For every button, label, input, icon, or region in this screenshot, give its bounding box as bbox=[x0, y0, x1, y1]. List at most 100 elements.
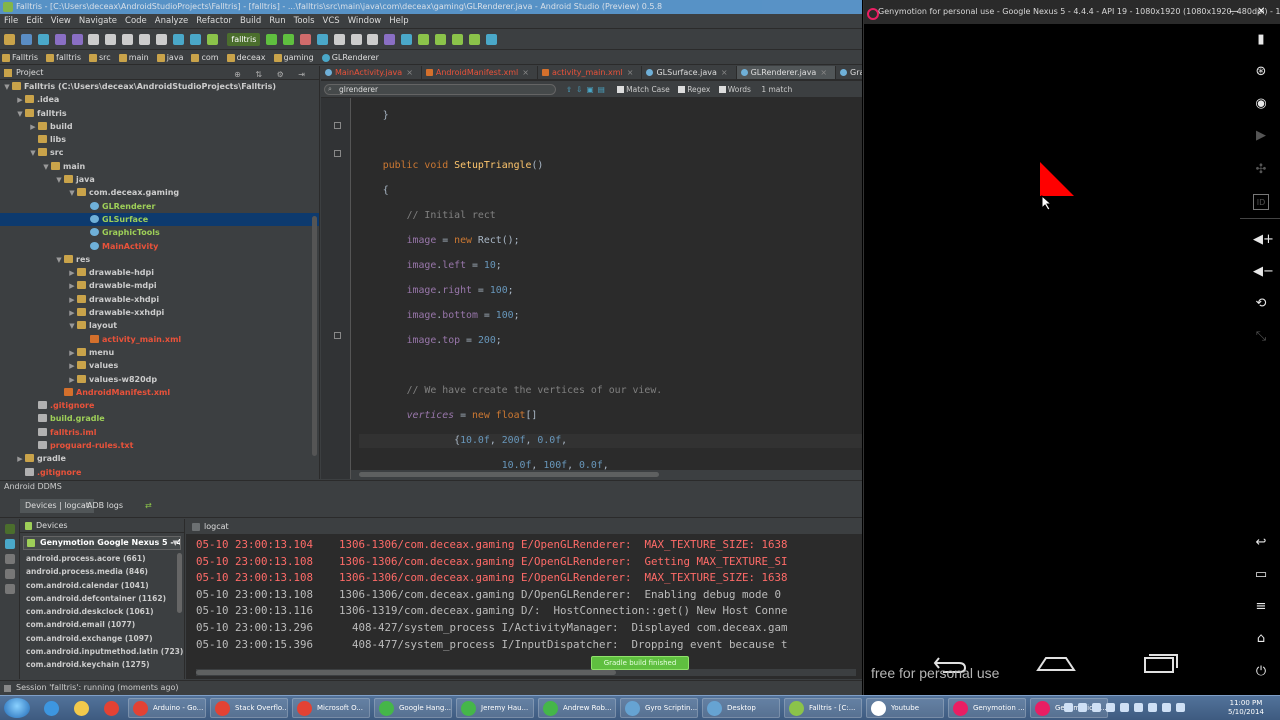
run-config-select[interactable]: falltris bbox=[227, 33, 261, 46]
tree-item[interactable]: libs bbox=[0, 133, 319, 146]
tree-item[interactable]: ▼ Falltris (C:\Users\deceax\AndroidStudio… bbox=[0, 80, 319, 93]
debug-icon[interactable] bbox=[283, 34, 295, 45]
move-icon[interactable]: ✣ bbox=[1253, 162, 1269, 178]
project-panel-header[interactable]: Project ⊕ ⇅ ⚙ ⇥ bbox=[0, 66, 319, 80]
resize-icon[interactable]: ⤡ bbox=[1253, 329, 1269, 345]
rotate-icon[interactable]: ⟲ bbox=[1253, 296, 1269, 312]
help-icon[interactable] bbox=[485, 34, 497, 45]
save-icon[interactable] bbox=[20, 34, 32, 45]
process-item[interactable]: com.android.keychain (1275) bbox=[20, 658, 184, 671]
tree-item[interactable]: falltris.iml bbox=[0, 426, 319, 439]
tree-item[interactable]: ▼ layout bbox=[0, 319, 319, 332]
ddms-icon[interactable] bbox=[401, 34, 413, 45]
menu-file[interactable]: File bbox=[0, 14, 22, 29]
expand-arrow-icon[interactable]: ▶ bbox=[67, 294, 77, 307]
tray-icon[interactable] bbox=[1120, 703, 1129, 712]
menu-tools[interactable]: Tools bbox=[290, 14, 319, 29]
restart-icon[interactable]: ⇄ bbox=[140, 499, 157, 513]
previous-match-icon[interactable]: ⇧ bbox=[566, 85, 572, 94]
breadcrumb-item[interactable]: deceax bbox=[225, 51, 272, 65]
process-item[interactable]: android.process.acore (661) bbox=[20, 552, 184, 565]
taskbar-button[interactable] bbox=[98, 698, 124, 718]
close-tab-icon[interactable]: × bbox=[406, 68, 413, 77]
taskbar-button[interactable]: Andrew Rob... bbox=[538, 698, 616, 718]
devices-scrollbar[interactable] bbox=[177, 553, 182, 613]
expand-arrow-icon[interactable]: ▼ bbox=[54, 254, 64, 267]
editor-tab[interactable]: GLRenderer.java × bbox=[736, 66, 837, 79]
taskbar-button[interactable]: Gyro Scriptin... bbox=[620, 698, 698, 718]
tab-adb-logs[interactable]: ADB logs bbox=[82, 499, 128, 513]
expand-arrow-icon[interactable]: ▼ bbox=[41, 161, 51, 174]
settings-icon[interactable] bbox=[333, 34, 345, 45]
tree-item[interactable]: ▼ falltris bbox=[0, 107, 319, 120]
process-item[interactable]: com.android.calendar (1041) bbox=[20, 579, 184, 592]
sdk-manager-icon[interactable] bbox=[384, 34, 396, 45]
gps-icon[interactable]: ⊛ bbox=[1253, 64, 1269, 80]
tree-item[interactable]: ▶ values-w820dp bbox=[0, 373, 319, 386]
expand-arrow-icon[interactable]: ▼ bbox=[2, 81, 12, 94]
open-icon[interactable] bbox=[4, 34, 15, 45]
run-icon[interactable] bbox=[266, 34, 278, 45]
expand-arrow-icon[interactable]: ▶ bbox=[67, 374, 77, 387]
breadcrumb-item[interactable]: src bbox=[87, 51, 117, 65]
taskbar-button[interactable]: Jeremy Hau... bbox=[456, 698, 534, 718]
breadcrumb-item[interactable]: com bbox=[189, 51, 224, 65]
search-input[interactable]: ⌕ glrenderer bbox=[324, 84, 556, 95]
settings-icon[interactable] bbox=[5, 584, 15, 594]
tree-item[interactable]: .gitignore bbox=[0, 466, 319, 479]
select-all-icon[interactable]: ▤ bbox=[598, 85, 605, 94]
screenshot-icon[interactable] bbox=[5, 539, 15, 549]
editor-tab[interactable]: AndroidManifest.xml × bbox=[422, 66, 538, 79]
home-icon[interactable] bbox=[1034, 652, 1078, 674]
log-lines[interactable]: 05-10 23:00:13.104 1306-1306/com.deceax.… bbox=[186, 535, 862, 653]
stop-process-icon[interactable] bbox=[5, 554, 15, 564]
tray-icon[interactable] bbox=[1078, 703, 1087, 712]
tray-icon[interactable] bbox=[1092, 703, 1101, 712]
structure-icon[interactable] bbox=[350, 34, 362, 45]
tree-item[interactable]: ▶ drawable-hdpi bbox=[0, 266, 319, 279]
tree-item[interactable]: ▼ main bbox=[0, 160, 319, 173]
close-tab-icon[interactable]: × bbox=[627, 68, 634, 77]
tree-item[interactable]: AndroidManifest.xml bbox=[0, 386, 319, 399]
battery-icon[interactable]: ▮ bbox=[1253, 32, 1269, 48]
expand-arrow-icon[interactable]: ▼ bbox=[28, 147, 38, 160]
taskbar-button[interactable]: Falltris - [C:... bbox=[784, 698, 862, 718]
taskbar-button[interactable]: Google Hang... bbox=[374, 698, 452, 718]
tree-item[interactable]: activity_main.xml bbox=[0, 333, 319, 346]
breadcrumb-item[interactable]: falltris bbox=[44, 51, 87, 65]
close-tab-icon[interactable]: × bbox=[721, 68, 728, 77]
make-icon[interactable] bbox=[206, 34, 218, 45]
undo-icon[interactable] bbox=[54, 34, 66, 45]
camera-icon[interactable]: ◉ bbox=[1253, 96, 1269, 112]
editor-tab[interactable]: MainActivity.java × bbox=[321, 66, 422, 79]
video-icon[interactable]: ▶ bbox=[1253, 128, 1269, 144]
tree-item[interactable]: GLRenderer bbox=[0, 200, 319, 213]
logcat-scrollbar[interactable] bbox=[196, 669, 856, 676]
tree-item[interactable]: ▶ build bbox=[0, 120, 319, 133]
tree-item[interactable]: ▶ gradle bbox=[0, 452, 319, 465]
breadcrumb-item[interactable]: GLRenderer bbox=[320, 51, 385, 65]
editor-horizontal-scrollbar[interactable] bbox=[351, 470, 862, 479]
breadcrumb-item[interactable]: main bbox=[117, 51, 155, 65]
sync-icon[interactable] bbox=[37, 34, 49, 45]
id-icon[interactable]: ID bbox=[1253, 194, 1269, 210]
fold-marker[interactable] bbox=[334, 332, 341, 339]
fold-marker[interactable] bbox=[334, 122, 341, 129]
taskbar-button[interactable]: Genymotion ... bbox=[948, 698, 1026, 718]
redo-icon[interactable] bbox=[71, 34, 83, 45]
expand-arrow-icon[interactable]: ▼ bbox=[54, 174, 64, 187]
expand-arrow-icon[interactable]: ▶ bbox=[67, 347, 77, 360]
process-item[interactable]: com.android.deskclock (1061) bbox=[20, 605, 184, 618]
home-icon[interactable]: ⌂ bbox=[1253, 631, 1269, 647]
tree-item[interactable]: ▶ .idea bbox=[0, 93, 319, 106]
tray-icon[interactable] bbox=[1064, 703, 1073, 712]
match-case-checkbox[interactable] bbox=[617, 86, 625, 93]
tree-item[interactable]: ▼ res bbox=[0, 253, 319, 266]
expand-arrow-icon[interactable]: ▼ bbox=[67, 187, 77, 200]
expand-arrow-icon[interactable]: ▶ bbox=[67, 280, 77, 293]
taskbar-button[interactable]: Youtube bbox=[866, 698, 944, 718]
stop-icon[interactable] bbox=[299, 34, 311, 45]
tree-item[interactable]: proguard-rules.txt bbox=[0, 439, 319, 452]
breadcrumb-item[interactable]: gaming bbox=[272, 51, 320, 65]
back-icon[interactable]: ↩ bbox=[1253, 535, 1269, 551]
